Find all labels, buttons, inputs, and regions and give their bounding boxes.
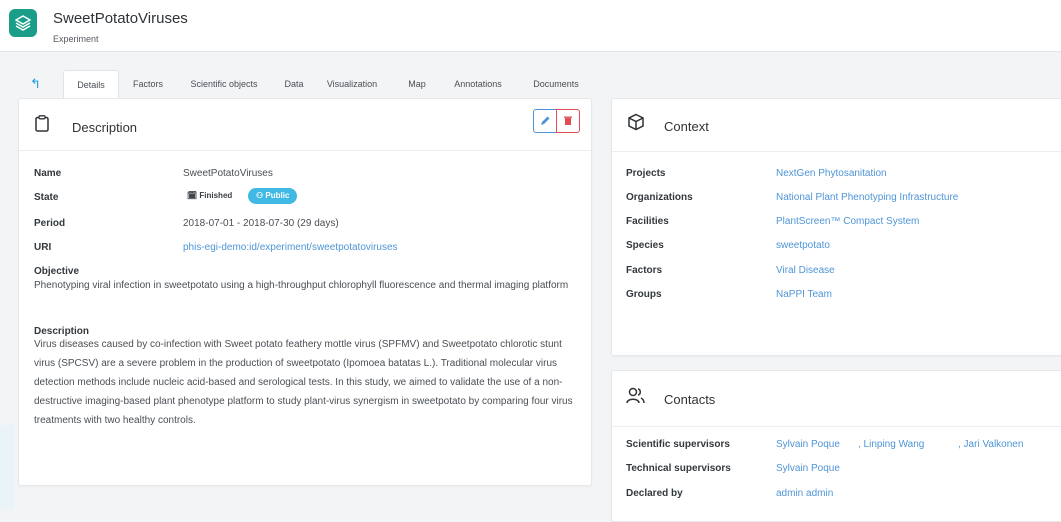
declared-by-link[interactable]: admin admin: [776, 488, 833, 499]
species-link[interactable]: sweetpotato: [776, 240, 830, 251]
projects-link[interactable]: NextGen Phytosanitation: [776, 168, 887, 179]
factors-link[interactable]: Viral Disease: [776, 265, 835, 276]
contacts-icon: [626, 387, 645, 404]
period-value: 2018-07-01 - 2018-07-30 (29 days): [183, 218, 339, 229]
uri-label: URI: [34, 242, 52, 253]
finished-badge: 🗓 Finished: [183, 188, 236, 203]
back-arrow-icon[interactable]: ↰: [30, 70, 48, 98]
scientific-supervisors-label: Scientific supervisors: [626, 439, 730, 450]
technical-supervisor-link[interactable]: Sylvain Poque: [776, 463, 840, 474]
declared-by-label: Declared by: [626, 488, 683, 499]
clipboard-icon: [35, 115, 49, 132]
facilities-link[interactable]: PlantScreen™ Compact System: [776, 216, 919, 227]
tab-data[interactable]: Data: [280, 70, 308, 98]
scientific-supervisor-link[interactable]: , Jari Valkonen: [958, 439, 1023, 450]
finished-badge-label: Finished: [199, 191, 233, 200]
description-text: Virus diseases caused by co-infection wi…: [34, 339, 573, 426]
cube-icon: [628, 113, 644, 131]
tab-scientific-objects[interactable]: Scientific objects: [184, 70, 264, 98]
objective-text: Phenotyping viral infection in sweetpota…: [34, 280, 569, 291]
tab-factors[interactable]: Factors: [126, 70, 170, 98]
tab-map[interactable]: Map: [404, 70, 430, 98]
technical-supervisors-label: Technical supervisors: [626, 463, 731, 474]
groups-label: Groups: [626, 289, 662, 300]
delete-button[interactable]: [556, 109, 580, 133]
groups-link[interactable]: NaPPI Team: [776, 289, 832, 300]
facilities-label: Facilities: [626, 216, 669, 227]
pencil-icon: [541, 116, 550, 125]
background-decoration: [0, 425, 14, 509]
trash-icon: [564, 116, 572, 125]
description-title: Description: [72, 120, 138, 135]
public-badge: ⚇ Public: [248, 188, 298, 204]
scientific-supervisor-link[interactable]: Sylvain Poque: [776, 439, 840, 450]
tab-documents[interactable]: Documents: [526, 70, 586, 98]
period-label: Period: [34, 218, 66, 229]
calendar-check-icon: 🗓: [187, 191, 198, 200]
name-label: Name: [34, 168, 62, 179]
tab-details[interactable]: Details: [63, 70, 119, 99]
users-icon: ⚇: [256, 191, 264, 200]
uri-link[interactable]: phis-egi-demo:id/experiment/sweetpotatov…: [183, 242, 398, 253]
page-title: SweetPotatoViruses: [53, 10, 188, 27]
edit-button[interactable]: [533, 109, 557, 133]
species-label: Species: [626, 240, 664, 251]
organizations-link[interactable]: National Plant Phenotyping Infrastructur…: [776, 192, 958, 203]
state-label: State: [34, 192, 59, 203]
context-card: Context: [611, 98, 1061, 356]
experiment-logo-icon: [9, 9, 37, 37]
page-header: SweetPotatoViruses Experiment: [0, 0, 1061, 52]
factors-label: Factors: [626, 265, 663, 276]
organizations-label: Organizations: [626, 192, 693, 203]
projects-label: Projects: [626, 168, 666, 179]
name-value: SweetPotatoViruses: [183, 168, 273, 179]
public-badge-label: Public: [265, 191, 290, 200]
scientific-supervisor-link[interactable]: , Linping Wang: [858, 439, 924, 450]
context-title: Context: [664, 119, 709, 134]
tab-annotations[interactable]: Annotations: [450, 70, 506, 98]
contacts-title: Contacts: [664, 392, 716, 407]
page-subtitle: Experiment: [53, 34, 99, 44]
tab-visualization[interactable]: Visualization: [322, 70, 382, 98]
